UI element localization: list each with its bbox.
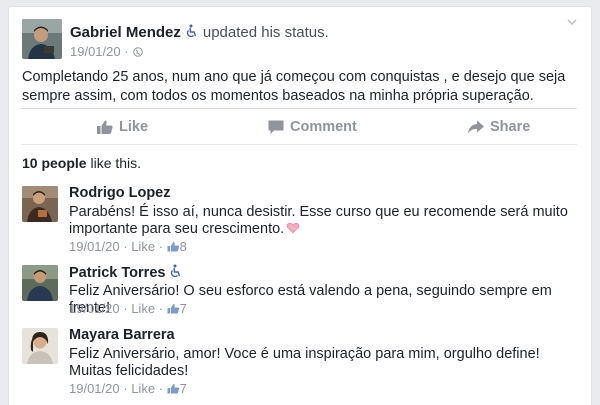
meta-separator: · bbox=[123, 301, 128, 316]
meta-separator: · bbox=[123, 239, 128, 254]
author-line: Gabriel Mendez updated his status. bbox=[70, 24, 329, 41]
comment-item: Rodrigo Lopez Parabéns! É isso aí, nunca… bbox=[22, 184, 582, 254]
like-thumb-icon bbox=[167, 304, 179, 314]
comment-date[interactable]: 19/01/20 bbox=[69, 239, 120, 254]
likes-suffix: like this. bbox=[86, 155, 142, 171]
comment-like-link[interactable]: Like bbox=[131, 239, 155, 254]
comment-button[interactable]: Comment bbox=[267, 109, 357, 145]
like-label: Like bbox=[119, 119, 149, 135]
meta-separator: · bbox=[158, 239, 164, 254]
post-action-text: updated his status. bbox=[202, 24, 329, 41]
comment-text: Feliz Aniversário, amor! Voce é uma insp… bbox=[69, 346, 540, 379]
share-label: Share bbox=[490, 119, 531, 135]
comment-meta: 19/01/20 · Like · 7 bbox=[69, 301, 187, 316]
comment-date[interactable]: 19/01/20 bbox=[69, 381, 120, 396]
share-arrow-icon bbox=[468, 120, 484, 134]
comment-text-content: Parabéns! É isso aí, nunca desistir. Ess… bbox=[69, 204, 568, 237]
globe-icon bbox=[132, 47, 143, 57]
comment-item: Patrick Torres Feliz Aniversário! O seu … bbox=[22, 263, 582, 316]
post-date[interactable]: 19/01/20 bbox=[70, 44, 121, 59]
comment-like-link[interactable]: Like bbox=[131, 381, 155, 396]
meta-separator: · bbox=[158, 381, 164, 396]
author-name[interactable]: Gabriel Mendez bbox=[70, 24, 181, 41]
commenter-avatar[interactable] bbox=[22, 265, 58, 301]
commenter-avatar[interactable] bbox=[22, 328, 58, 364]
post-text: Completando 25 anos, num ano que já come… bbox=[22, 69, 566, 104]
like-button[interactable]: Like bbox=[96, 109, 148, 145]
commenter-name-line: Patrick Torres bbox=[69, 264, 183, 281]
likes-summary: 10 people like this. bbox=[22, 155, 141, 171]
comment-item: Mayara Barrera Feliz Aniversário, amor! … bbox=[22, 326, 582, 398]
comment-like-link[interactable]: Like bbox=[131, 301, 155, 316]
post-actions: Like Comment Share bbox=[21, 109, 577, 145]
divider-bottom bbox=[21, 144, 577, 145]
post-header: Gabriel Mendez updated his status. 19/01… bbox=[22, 19, 562, 59]
post-card: Gabriel Mendez updated his status. 19/01… bbox=[8, 6, 592, 405]
accessibility-icon bbox=[171, 264, 181, 278]
comment-meta: 19/01/20 · Like · 8 bbox=[69, 239, 187, 254]
accessibility-icon bbox=[186, 24, 197, 38]
commenter-name[interactable]: Mayara Barrera bbox=[69, 327, 175, 343]
like-thumb-icon bbox=[97, 120, 113, 134]
meta-separator: · bbox=[158, 301, 164, 316]
heart-emoji-icon bbox=[286, 222, 300, 234]
comment-bubble-icon bbox=[268, 120, 284, 134]
author-avatar[interactable] bbox=[22, 19, 62, 59]
like-thumb-icon bbox=[167, 242, 179, 252]
comment-date[interactable]: 19/01/20 bbox=[69, 301, 120, 316]
comment-like-count: 7 bbox=[179, 381, 187, 396]
like-thumb-icon bbox=[167, 384, 179, 394]
comment-text: Parabéns! É isso aí, nunca desistir. Ess… bbox=[69, 204, 579, 238]
comment-label: Comment bbox=[290, 119, 357, 135]
meta-separator: · bbox=[123, 381, 128, 396]
commenter-name[interactable]: Rodrigo Lopez bbox=[69, 185, 171, 201]
commenter-name[interactable]: Patrick Torres bbox=[69, 265, 165, 281]
comment-like-count: 7 bbox=[179, 301, 187, 316]
comment-meta: 19/01/20 · Like · 7 bbox=[69, 381, 187, 396]
comment-like-count: 8 bbox=[179, 239, 187, 254]
post-meta: 19/01/20 · bbox=[70, 44, 143, 59]
share-button[interactable]: Share bbox=[467, 109, 530, 145]
commenter-avatar[interactable] bbox=[22, 186, 58, 222]
meta-separator: · bbox=[124, 44, 129, 59]
chevron-down-icon[interactable] bbox=[565, 15, 579, 29]
likes-count-link[interactable]: 10 people bbox=[22, 155, 87, 171]
